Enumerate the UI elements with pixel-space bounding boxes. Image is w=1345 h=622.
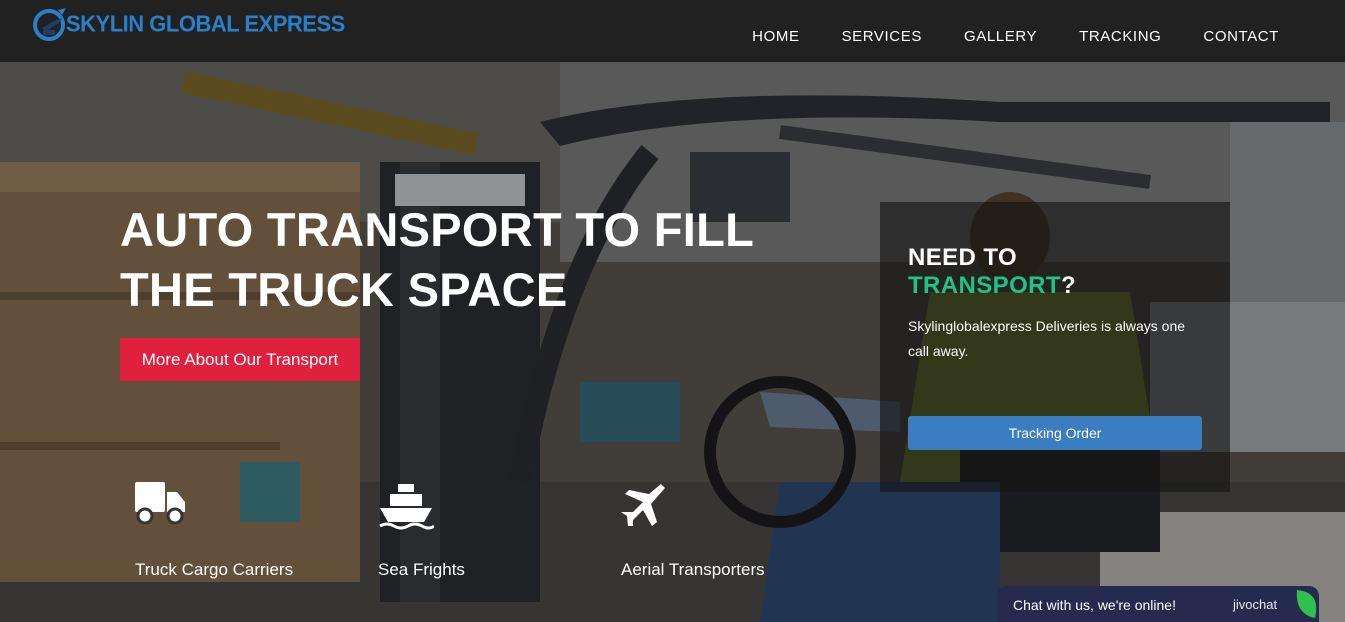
leaf-icon [1293, 588, 1323, 622]
main-nav: HOME SERVICES GALLERY TRACKING CONTACT [731, 28, 1300, 45]
hero-headline: AUTO TRANSPORT TO FILL THE TRUCK SPACE [120, 200, 820, 320]
panel-title-line-1: NEED TO [908, 244, 1018, 271]
service-label: Aerial Transporters [621, 560, 765, 579]
chat-brand: jivochat [1233, 597, 1278, 612]
globe-plane-logo-icon [32, 6, 70, 42]
service-label: Sea Frights [378, 560, 465, 579]
nav-gallery[interactable]: GALLERY [943, 28, 1058, 45]
nav-tracking[interactable]: TRACKING [1058, 28, 1182, 45]
headline-line-2: THE TRUCK SPACE [120, 263, 568, 316]
more-about-transport-button[interactable]: More About Our Transport [120, 338, 360, 381]
panel-title: NEED TO TRANSPORT? [908, 244, 1076, 300]
airplane-icon [621, 482, 681, 532]
chat-text: Chat with us, we're online! [1013, 597, 1176, 613]
panel-title-suffix: ? [1060, 272, 1076, 299]
panel-description: Skylinglobalexpress Deliveries is always… [908, 318, 1186, 359]
ship-icon [378, 482, 438, 532]
nav-services[interactable]: SERVICES [821, 28, 943, 45]
nav-contact[interactable]: CONTACT [1182, 28, 1300, 45]
service-label: Truck Cargo Carriers [135, 560, 294, 579]
headline-line-1: AUTO TRANSPORT TO FILL [120, 203, 755, 256]
site-header: SKYLIN GLOBAL EXPRESS HOME SERVICES GALL… [0, 0, 1345, 62]
tracking-order-button[interactable]: Tracking Order [908, 416, 1202, 450]
site-logo[interactable]: SKYLIN GLOBAL EXPRESS [32, 5, 345, 43]
transport-panel: NEED TO TRANSPORT? Skylinglobalexpress D… [880, 202, 1230, 492]
panel-title-accent: TRANSPORT [908, 272, 1061, 299]
nav-home[interactable]: HOME [731, 28, 820, 45]
logo-text: SKYLIN GLOBAL EXPRESS [66, 10, 345, 37]
chat-widget[interactable]: Chat with us, we're online! jivochat [997, 586, 1319, 622]
truck-icon [135, 482, 195, 532]
hero-section: AUTO TRANSPORT TO FILL THE TRUCK SPACE M… [0, 62, 1345, 622]
